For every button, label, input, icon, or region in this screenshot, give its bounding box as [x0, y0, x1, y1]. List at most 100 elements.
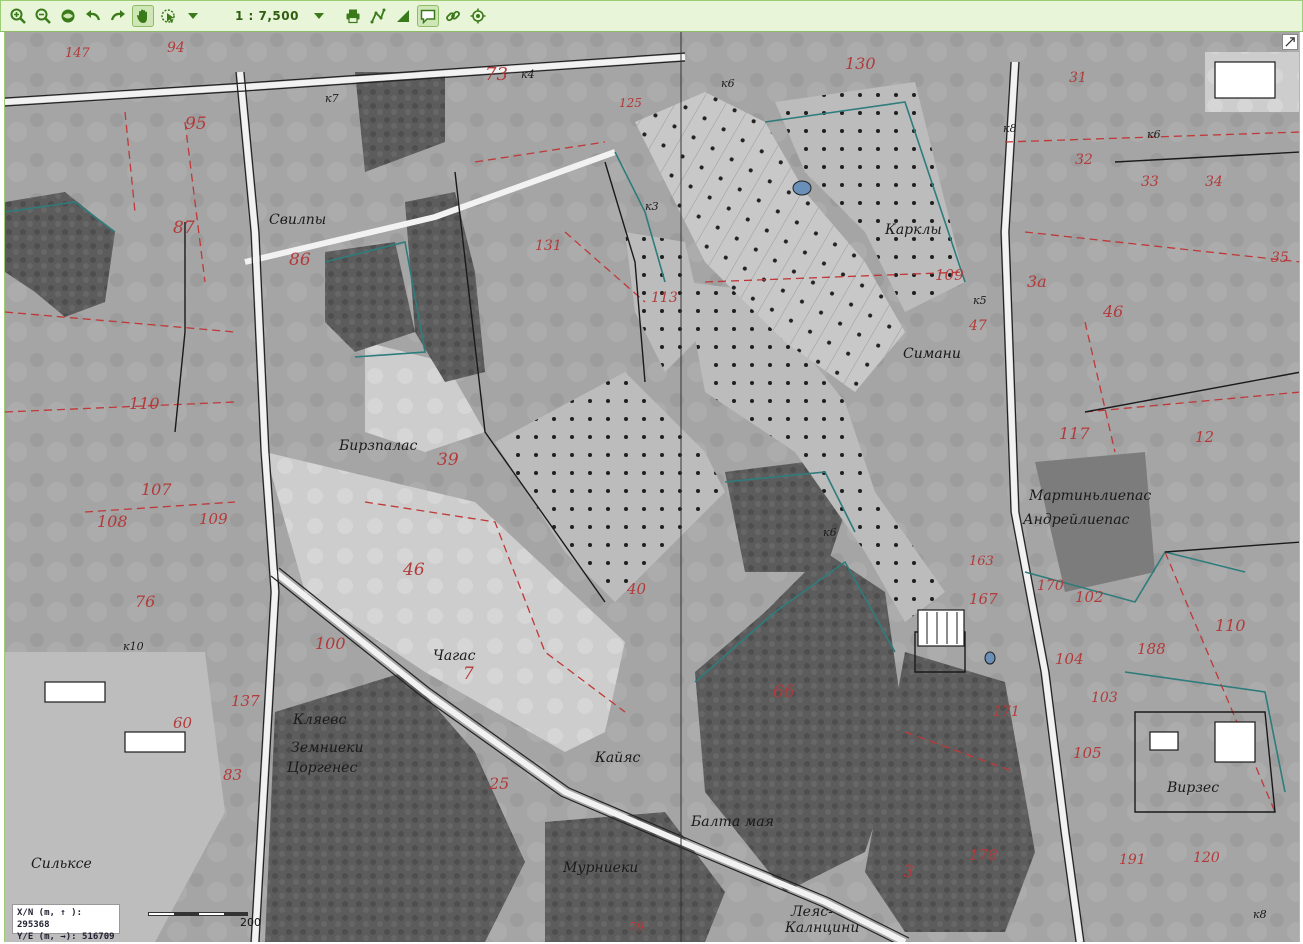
pan-button[interactable]: [132, 5, 154, 27]
coordinate-readout: X/N (m, ↑ ): 295368 Y/E (m, →): 516709: [12, 904, 120, 942]
map-viewport[interactable]: Свилпы Бирзпалас Карклы Симани Мартиньли…: [4, 32, 1300, 942]
road-code: к8: [1003, 122, 1017, 135]
parcel-number: 73: [485, 64, 508, 85]
scale-dropdown-button[interactable]: [308, 5, 330, 27]
print-icon: [346, 9, 360, 24]
ye-label: Y/E (m, →):: [17, 932, 77, 942]
place-label-murnieki: Мурниеки: [563, 860, 639, 876]
scale-bar-label: 200: [240, 916, 261, 929]
parcel-number: 108: [97, 512, 128, 531]
parcel-number: 39: [437, 450, 459, 470]
parcel-number: 3а: [1027, 272, 1047, 291]
parcel-number: 12: [1195, 428, 1215, 446]
road-code: к7: [325, 92, 339, 105]
place-label-balta-maya: Балта мая: [691, 814, 774, 830]
parcel-number: 120: [1193, 850, 1220, 866]
expand-map-button[interactable]: [1282, 34, 1298, 50]
comment-icon: [420, 9, 436, 24]
parcel-number: 131: [535, 238, 562, 254]
parcel-number: 35: [1271, 250, 1289, 266]
place-label-simani: Симани: [903, 346, 961, 362]
parcel-number: 104: [1055, 650, 1084, 668]
parcel-number: 130: [845, 54, 876, 73]
parcel-number: 46: [1103, 302, 1124, 321]
place-label-chagas: Чагас: [433, 648, 476, 664]
dropdown-arrow-icon: [313, 13, 324, 19]
parcel-number: 103: [1091, 690, 1118, 706]
select-icon: [161, 9, 175, 23]
print-button[interactable]: [342, 5, 364, 27]
select-button[interactable]: [157, 5, 179, 27]
place-label-silkse: Сильксе: [31, 856, 92, 872]
zoom-in-button[interactable]: [7, 5, 29, 27]
parcel-number: 3: [903, 862, 914, 882]
parcel-number: 47: [969, 318, 987, 334]
parcel-number: 25: [489, 774, 510, 793]
parcel-number: 86: [289, 250, 311, 270]
full-extent-button[interactable]: [57, 5, 79, 27]
place-label-karkly: Карклы: [885, 222, 942, 238]
expand-arrow-icon: [1285, 37, 1295, 47]
road-code: к3: [645, 200, 659, 213]
parcel-number: 31: [1069, 70, 1087, 86]
place-label-andreylepas: Андрейлиепас: [1023, 512, 1130, 528]
parcel-number: 109: [935, 266, 964, 284]
parcel-number: 107: [141, 480, 172, 499]
place-label-kaiyas: Кайяс: [595, 750, 641, 766]
pan-hand-icon: [137, 9, 147, 23]
zoom-in-icon: [10, 8, 26, 24]
place-label-klyaevs: Кляевс: [293, 712, 347, 728]
zoom-out-button[interactable]: [32, 5, 54, 27]
parcel-number: 66: [773, 682, 795, 702]
parcel-number: 100: [315, 634, 346, 653]
xn-label: X/N (m, ↑ ):: [17, 908, 83, 918]
measure-area-button[interactable]: [392, 5, 414, 27]
undo-button[interactable]: [82, 5, 104, 27]
parcel-number: 113: [651, 290, 678, 306]
road-code: к4: [521, 68, 535, 81]
map-canvas: [5, 32, 1299, 942]
road-code: к8: [1253, 908, 1267, 921]
place-label-virzes: Вирзес: [1167, 780, 1220, 796]
scale-label: 1 : 7,500: [235, 9, 299, 23]
comment-button[interactable]: [416, 5, 439, 27]
place-label-birzpalas: Бирзпалас: [339, 438, 418, 454]
full-extent-icon: [61, 9, 75, 23]
parcel-number: 117: [1059, 424, 1090, 443]
measure-line-icon: [370, 8, 386, 24]
redo-button[interactable]: [107, 5, 129, 27]
road-code: к6: [823, 526, 837, 539]
parcel-number: 147: [65, 46, 90, 61]
road-code: к6: [721, 77, 735, 90]
parcel-number: 32: [1075, 152, 1093, 168]
parcel-number: 110: [129, 394, 160, 413]
parcel-number: 188: [1137, 640, 1166, 658]
link-button[interactable]: [442, 5, 464, 27]
parcel-number: 94: [167, 40, 185, 56]
parcel-number: 105: [1073, 744, 1102, 762]
place-label-kalntsini: Калнцини: [785, 920, 860, 936]
xn-value: 295368: [17, 920, 50, 930]
parcel-number: 95: [185, 114, 207, 134]
parcel-number: 109: [199, 510, 228, 528]
road-code: к10: [123, 640, 144, 653]
place-label-svilpy: Свилпы: [269, 212, 327, 228]
gps-button[interactable]: [467, 5, 489, 27]
parcel-number: 7: [463, 664, 474, 684]
parcel-number: 167: [969, 590, 998, 608]
zoom-out-icon: [35, 8, 51, 24]
parcel-number: 178: [969, 846, 998, 864]
parcel-number: 170: [1037, 578, 1064, 594]
gps-icon: [470, 8, 486, 24]
parcel-number: 171: [993, 704, 1020, 720]
place-label-tsorgenes: Цоргенес: [287, 760, 358, 776]
place-label-zemnieki: Земниеки: [291, 740, 364, 756]
parcel-number: 34: [1205, 174, 1223, 190]
parcel-number: 46: [403, 560, 425, 580]
scale-bar-graphic: [148, 912, 248, 916]
tool-dropdown-button[interactable]: [182, 5, 204, 27]
parcel-number: 191: [1119, 852, 1146, 868]
parcel-number: 137: [231, 692, 260, 710]
map-toolbar: 1 : 7,500: [0, 0, 1303, 32]
measure-line-button[interactable]: [367, 5, 389, 27]
